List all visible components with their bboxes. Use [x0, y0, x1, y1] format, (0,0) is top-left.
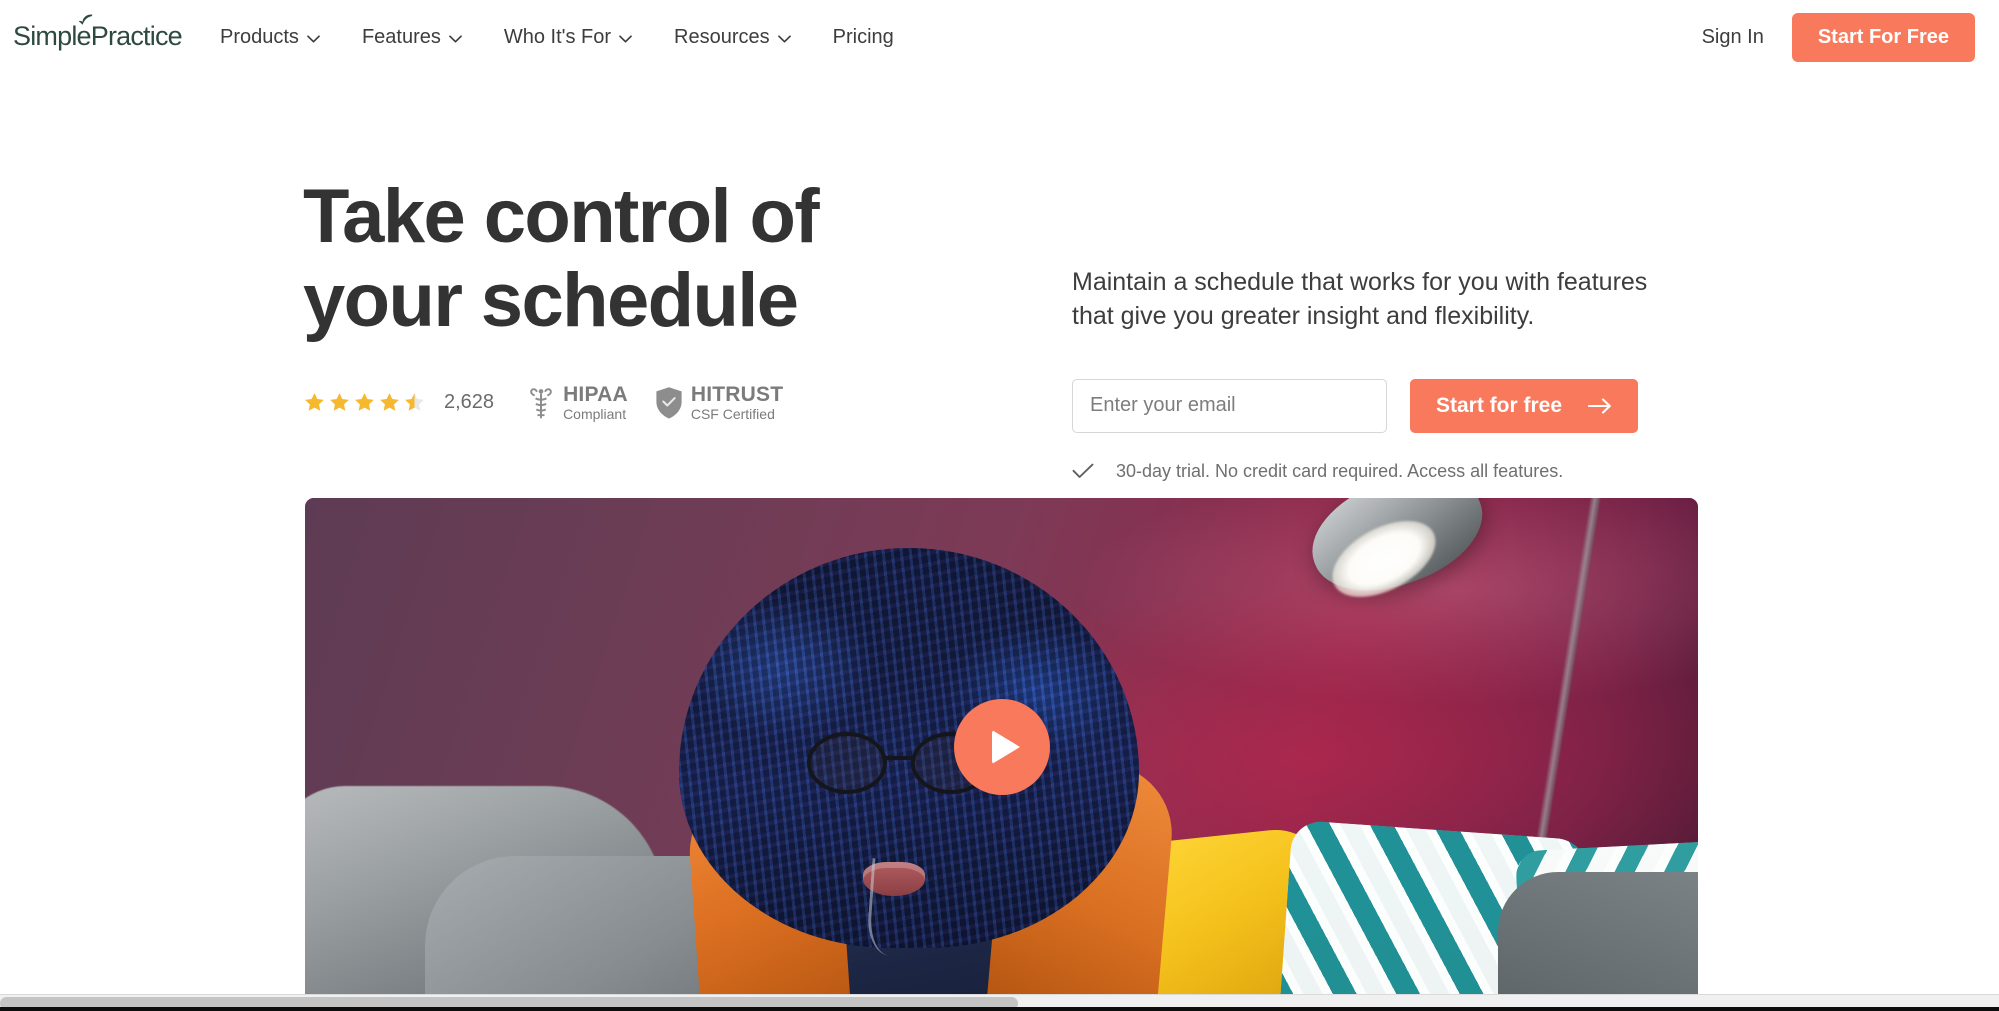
nav-item-products[interactable]: Products: [212, 0, 341, 75]
header-actions: Sign In Start For Free: [1674, 0, 1975, 75]
glasses-lens-left: [807, 732, 887, 794]
rating-count: 2,628: [444, 391, 495, 414]
headline-line-2: your schedule: [303, 258, 799, 344]
badge-title: HIPAA: [563, 382, 628, 406]
hero-left-column: Take control of your schedule 2,628 HIPA…: [303, 174, 1003, 422]
nav-item-label: Features: [361, 26, 441, 48]
nav-item-label: Resources: [674, 26, 770, 48]
nav-item-who-its-for[interactable]: Who It's For: [483, 0, 653, 75]
star-rating: [303, 391, 426, 414]
social-proof-row: 2,628 HIPAA Compliant HITRUST CSF Certif…: [303, 382, 1003, 422]
play-icon: [992, 730, 1020, 764]
video-play-button[interactable]: [953, 699, 1050, 795]
badge-subtitle: CSF Certified: [690, 405, 775, 422]
badge-title: HITRUST: [690, 382, 784, 406]
logo-text-practice: Practice: [90, 20, 183, 51]
nav-item-resources[interactable]: Resources: [653, 0, 812, 75]
star-filled-icon: [355, 393, 374, 411]
star-filled-icon: [380, 393, 399, 411]
headline-line-1: Take control of: [303, 174, 820, 259]
chevron-down-icon: [777, 34, 791, 43]
arrow-right-icon: [1588, 397, 1611, 414]
chevron-down-icon: [619, 34, 632, 43]
start-for-free-submit-button[interactable]: Start for free: [1410, 378, 1639, 433]
star-filled-icon: [330, 393, 349, 411]
sign-in-link[interactable]: Sign In: [1674, 26, 1792, 49]
hitrust-certified-badge: HITRUST CSF Certified: [654, 382, 784, 422]
nav-item-label: Pricing: [832, 26, 894, 48]
caduceus-icon: [530, 387, 552, 419]
submit-label: Start for free: [1436, 393, 1563, 417]
nav-item-label: Products: [220, 26, 299, 48]
hero-video-thumbnail[interactable]: [305, 498, 1698, 996]
hipaa-compliant-badge: HIPAA Compliant: [526, 382, 628, 422]
trial-note-text: 30-day trial. No credit card required. A…: [1116, 460, 1564, 481]
chevron-down-icon: [307, 34, 320, 43]
site-header: SimplePractice Products Features Who It'…: [0, 0, 1999, 75]
leaf-icon: [79, 14, 93, 25]
glasses-bridge: [885, 756, 915, 760]
trial-note: 30-day trial. No credit card required. A…: [1072, 461, 1692, 482]
hero-right-column: Maintain a schedule that works for you w…: [1072, 265, 1692, 482]
nav-item-pricing[interactable]: Pricing: [812, 0, 915, 75]
site-logo[interactable]: SimplePractice: [13, 14, 183, 56]
page-title: Take control of your schedule: [303, 174, 1003, 344]
nav-item-label: Who It's For: [503, 26, 612, 48]
nav-item-features[interactable]: Features: [341, 0, 483, 75]
badge-subtitle: Compliant: [563, 405, 627, 422]
page-root: SimplePractice Products Features Who It'…: [0, 0, 1999, 1011]
person-illustration: [657, 532, 1178, 996]
main-navigation: Products Features Who It's For Resources…: [212, 0, 915, 75]
chevron-down-icon: [449, 34, 462, 43]
hero-subheadline: Maintain a schedule that works for you w…: [1072, 268, 1648, 331]
email-input[interactable]: [1072, 378, 1387, 433]
badge-text: HITRUST CSF Certified: [690, 382, 784, 422]
check-icon: [1072, 463, 1094, 478]
signup-form: Start for free: [1072, 378, 1692, 433]
star-half-icon: [405, 393, 424, 411]
window-bottom-edge: [0, 1007, 1999, 1011]
star-filled-icon: [305, 393, 324, 411]
shield-check-icon: [656, 386, 682, 419]
badge-text: HIPAA Compliant: [563, 382, 628, 422]
sofa-right-decoration: [1498, 872, 1698, 996]
header-start-for-free-button[interactable]: Start For Free: [1791, 13, 1975, 62]
logo-text: SimplePractice: [13, 14, 183, 52]
